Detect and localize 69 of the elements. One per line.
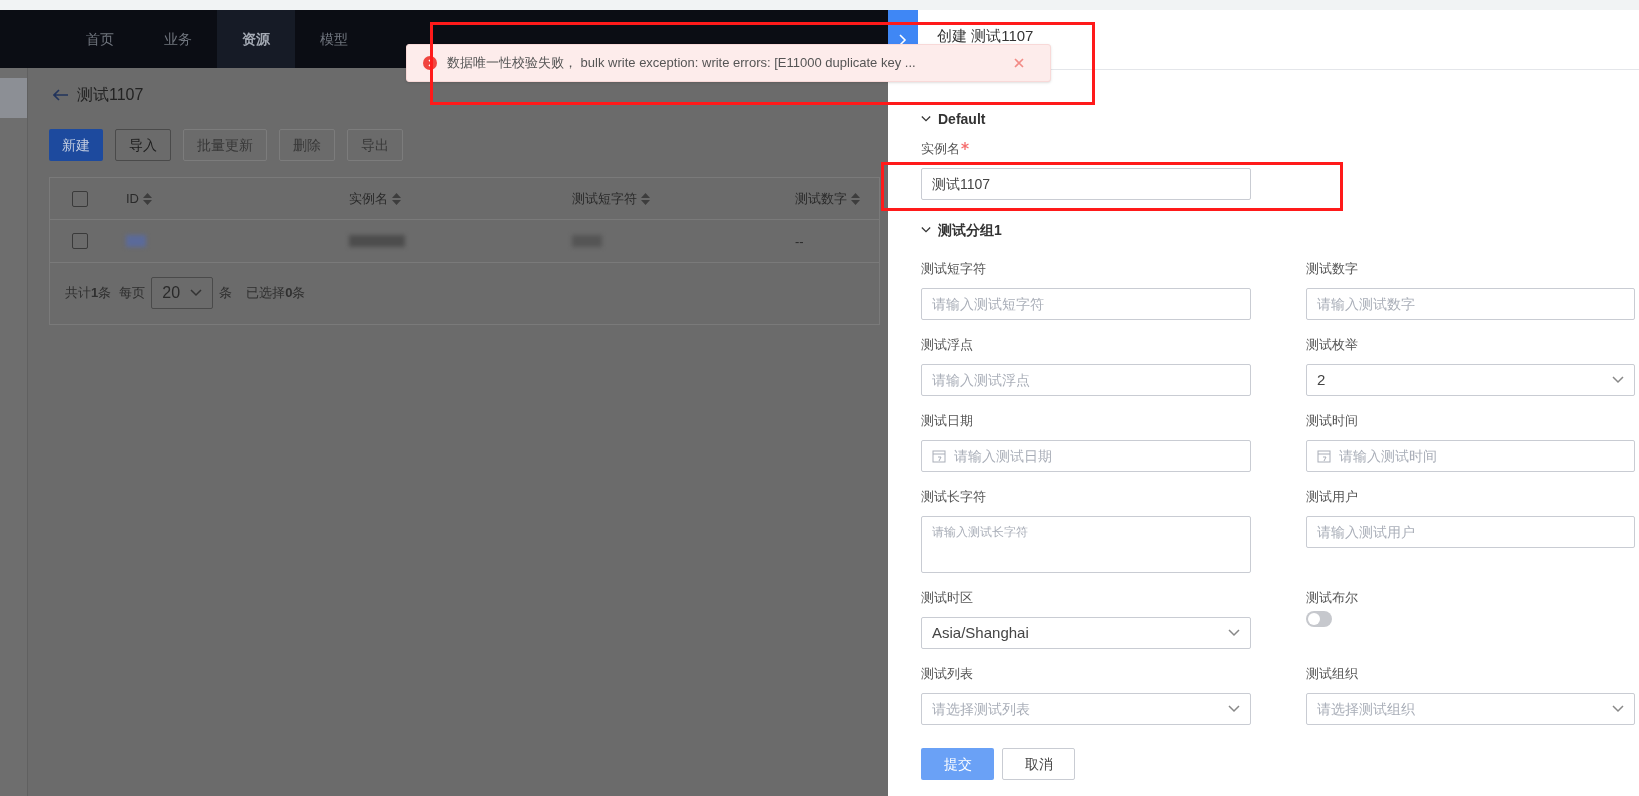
nav-tab[interactable]: 首页 xyxy=(61,10,139,68)
field-label: 测试列表 xyxy=(921,665,973,684)
field-label: 实例名 xyxy=(921,140,960,159)
drawer-title: 创建 测试1107 xyxy=(937,28,1034,43)
text-field[interactable]: 请输入测试短字符 xyxy=(921,288,1251,320)
nav-tab[interactable]: 资源 xyxy=(217,10,295,68)
column-header: ID xyxy=(126,189,139,208)
sort-icon[interactable] xyxy=(851,192,860,205)
toggle-switch[interactable] xyxy=(1306,611,1332,627)
field-label: 测试布尔 xyxy=(1306,589,1358,608)
select-field[interactable]: 2 xyxy=(1306,364,1635,396)
chevron-down-icon xyxy=(1228,629,1240,637)
back-arrow-icon[interactable] xyxy=(53,89,69,101)
per-page-label: 每页 xyxy=(119,284,146,303)
field-label: 测试长字符 xyxy=(921,488,986,507)
field-label: 测试浮点 xyxy=(921,336,973,355)
toolbar-button[interactable]: 导入 xyxy=(115,129,171,161)
calendar-icon xyxy=(932,449,946,463)
chevron-down-icon xyxy=(1228,705,1240,713)
chevron-down-icon xyxy=(1612,705,1624,713)
nav-tab[interactable]: 模型 xyxy=(295,10,373,68)
field-label: 测试时间 xyxy=(1306,412,1358,431)
select-field[interactable]: 请选择测试组织 xyxy=(1306,693,1635,725)
field-label: 测试短字符 xyxy=(921,260,986,279)
cancel-button[interactable]: 取消 xyxy=(1002,748,1075,780)
date-field[interactable]: 请输入测试时间 xyxy=(1306,440,1635,472)
chevron-right-icon[interactable] xyxy=(899,34,907,46)
blurred-text-icon xyxy=(126,235,146,247)
field-label: 测试数字 xyxy=(1306,260,1358,279)
select-field[interactable]: 请选择测试列表 xyxy=(921,693,1251,725)
chevron-down-icon xyxy=(190,289,203,297)
field-label: 测试用户 xyxy=(1306,488,1358,507)
checkbox[interactable] xyxy=(72,233,88,249)
field-label: 测试时区 xyxy=(921,589,973,608)
text-field[interactable]: 请输入测试用户 xyxy=(1306,516,1635,548)
page-title: 测试1107 xyxy=(77,85,144,105)
chevron-down-icon xyxy=(921,226,931,234)
checkbox[interactable] xyxy=(72,190,88,207)
column-header: 测试数字 xyxy=(795,189,847,208)
textarea-field[interactable]: 请输入测试长字符 xyxy=(921,516,1251,573)
text-field[interactable]: 请输入测试浮点 xyxy=(921,364,1251,396)
date-field[interactable]: 请输入测试日期 xyxy=(921,440,1251,472)
nav-tab[interactable]: 业务 xyxy=(139,10,217,68)
chevron-down-icon xyxy=(921,115,931,123)
section-header[interactable]: Default xyxy=(921,109,1635,129)
page-size-select[interactable]: 20 xyxy=(151,277,214,309)
text-field[interactable]: 请输入测试数字 xyxy=(1306,288,1635,320)
column-header: 实例名 xyxy=(349,189,388,208)
sort-icon[interactable] xyxy=(392,192,401,205)
text-field[interactable]: 测试1107 xyxy=(921,168,1251,200)
sort-icon[interactable] xyxy=(641,192,650,205)
calendar-icon xyxy=(1317,449,1331,463)
blurred-text-icon xyxy=(349,235,405,247)
field-label: 测试枚举 xyxy=(1306,336,1358,355)
chevron-down-icon xyxy=(1612,376,1624,384)
field-label: 测试日期 xyxy=(921,412,973,431)
submit-button[interactable]: 提交 xyxy=(921,748,994,780)
error-icon xyxy=(423,56,437,70)
column-header: 测试短字符 xyxy=(572,189,637,208)
per-page-suffix: 条 xyxy=(219,284,233,303)
select-field[interactable]: Asia/Shanghai xyxy=(921,617,1251,649)
sort-icon[interactable] xyxy=(143,192,152,205)
close-icon[interactable] xyxy=(1014,58,1024,68)
total-count: 共计1条 xyxy=(65,284,112,303)
toast-message: 数据唯一性校验失败， bulk write exception: write errors: [E11000 duplicate key ... xyxy=(447,54,917,73)
table-cell: -- xyxy=(795,234,804,249)
toolbar-button[interactable]: 新建 xyxy=(49,129,103,161)
section-header[interactable]: 测试分组1 xyxy=(921,220,1635,240)
field-label: 测试组织 xyxy=(1306,665,1358,684)
